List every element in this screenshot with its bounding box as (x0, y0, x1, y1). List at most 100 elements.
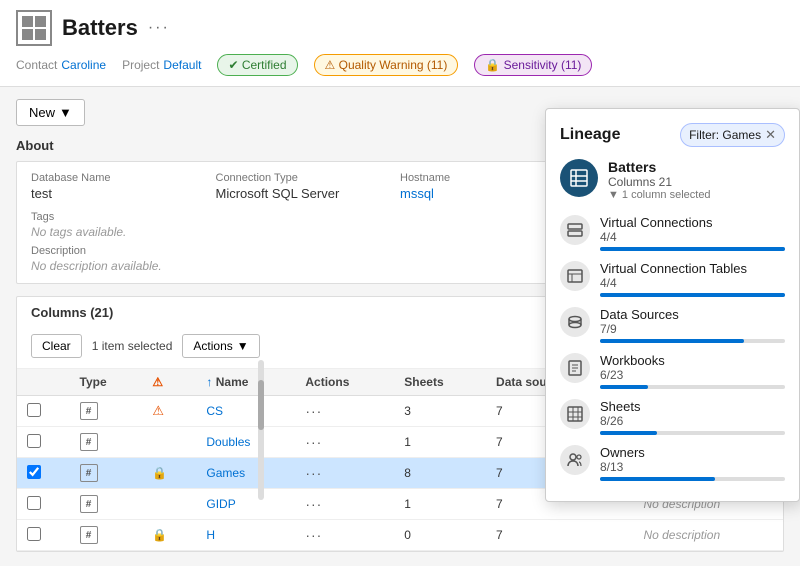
lineage-columns-filter: ▼ 1 column selected (608, 189, 785, 201)
lineage-item: Owners 8/13 (560, 445, 785, 481)
lineage-item: Data Sources 7/9 (560, 307, 785, 343)
lineage-row-name: Workbooks (600, 353, 785, 368)
th-type[interactable]: Type (70, 369, 143, 396)
lineage-panel: Lineage Filter: Games ✕ Batters Columns … (545, 108, 800, 502)
lineage-row-info: Workbooks 6/23 (600, 353, 785, 389)
cell-name[interactable]: Games (196, 458, 295, 489)
contact-value[interactable]: Caroline (61, 58, 106, 72)
lineage-row-icon (560, 353, 590, 383)
chevron-down-icon: ▼ (237, 339, 249, 353)
cell-checkbox[interactable] (17, 458, 70, 489)
lineage-rows: Virtual Connections 4/4 Virtual Connecti… (560, 215, 785, 481)
table-icon (16, 10, 52, 46)
cell-checkbox[interactable] (17, 489, 70, 520)
cell-actions[interactable]: ··· (295, 520, 394, 551)
lock-icon: 🔒 (152, 466, 167, 480)
lineage-item: Sheets 8/26 (560, 399, 785, 435)
cell-name[interactable]: GIDP (196, 489, 295, 520)
row-dots-icon[interactable]: ··· (305, 403, 322, 419)
row-dots-icon[interactable]: ··· (305, 527, 322, 543)
clear-button[interactable]: Clear (31, 334, 82, 358)
lineage-row-name: Sheets (600, 399, 785, 414)
field-connection-type: Connection Type Microsoft SQL Server (216, 172, 401, 201)
row-dots-icon[interactable]: ··· (305, 465, 322, 481)
lineage-columns-count: Columns 21 (608, 175, 785, 189)
lineage-row-info: Data Sources 7/9 (600, 307, 785, 343)
cell-description: No description (633, 520, 783, 551)
lineage-bar-fill (600, 477, 715, 481)
lineage-bar-bg (600, 385, 785, 389)
cell-checkbox[interactable] (17, 520, 70, 551)
page-title: Batters (62, 15, 138, 41)
row-dots-icon[interactable]: ··· (305, 434, 322, 450)
cell-name[interactable]: Doubles (196, 427, 295, 458)
field-database-name: Database Name test (31, 172, 216, 201)
new-button[interactable]: New ▼ (16, 99, 85, 126)
lineage-row-info: Virtual Connections 4/4 (600, 215, 785, 251)
lineage-bar-fill (600, 293, 785, 297)
th-name[interactable]: ↑ Name (196, 369, 295, 396)
cell-warning (142, 427, 196, 458)
lineage-bar-bg (600, 477, 785, 481)
lineage-row-info: Virtual Connection Tables 4/4 (600, 261, 785, 297)
cell-checkbox[interactable] (17, 427, 70, 458)
lineage-row-name: Owners (600, 445, 785, 460)
lineage-table-icon (560, 159, 598, 197)
quality-warning-badge[interactable]: ⚠ Quality Warning (11) (314, 54, 459, 76)
th-sheets[interactable]: Sheets (394, 369, 486, 396)
cell-name[interactable]: CS (196, 396, 295, 427)
cell-type: # (70, 458, 143, 489)
row-dots-icon[interactable]: ··· (305, 496, 322, 512)
filter-label: Filter: Games (689, 128, 761, 142)
cell-checkbox[interactable] (17, 396, 70, 427)
lineage-bar-fill (600, 385, 648, 389)
cell-type: # (70, 520, 143, 551)
type-icon: # (80, 402, 98, 420)
lineage-item: Virtual Connection Tables 4/4 (560, 261, 785, 297)
cell-actions[interactable]: ··· (295, 396, 394, 427)
scroll-bar[interactable] (258, 360, 264, 500)
cell-type: # (70, 427, 143, 458)
th-warning: ⚠ (142, 369, 196, 396)
cell-actions[interactable]: ··· (295, 458, 394, 489)
selected-count: 1 item selected (92, 339, 173, 353)
cell-warning: 🔒 (142, 520, 196, 551)
lineage-batters-info: Batters Columns 21 ▼ 1 column selected (608, 159, 785, 201)
lineage-bar-bg (600, 293, 785, 297)
lineage-row-info: Owners 8/13 (600, 445, 785, 481)
lineage-bar-bg (600, 339, 785, 343)
cell-actions[interactable]: ··· (295, 489, 394, 520)
lineage-row-count: 4/4 (600, 230, 785, 244)
lineage-row-name: Data Sources (600, 307, 785, 322)
lineage-row-icon (560, 307, 590, 337)
type-icon: # (80, 495, 98, 513)
lineage-item: Virtual Connections 4/4 (560, 215, 785, 251)
lineage-row-icon (560, 261, 590, 291)
lineage-bar-bg (600, 431, 785, 435)
cell-actions[interactable]: ··· (295, 427, 394, 458)
main-content: Batters ··· Contact Caroline Project Def… (0, 0, 800, 566)
lineage-row-icon (560, 445, 590, 475)
lineage-bar-fill (600, 247, 785, 251)
lock-icon: 🔒 (152, 528, 167, 542)
lineage-bar-fill (600, 431, 657, 435)
lineage-bar-bg (600, 247, 785, 251)
type-icon: # (80, 526, 98, 544)
warning-col-icon: ⚠ (152, 375, 163, 389)
cell-sheets: 1 (394, 427, 486, 458)
more-options-icon[interactable]: ··· (148, 19, 170, 37)
th-actions[interactable]: Actions (295, 369, 394, 396)
lineage-row-name: Virtual Connection Tables (600, 261, 785, 276)
lineage-row-count: 8/13 (600, 460, 785, 474)
type-icon: # (80, 464, 98, 482)
contact-meta: Contact Caroline (16, 58, 106, 72)
project-value[interactable]: Default (163, 58, 201, 72)
lineage-row-icon (560, 399, 590, 429)
th-checkbox (17, 369, 70, 396)
sensitivity-badge[interactable]: 🔒 Sensitivity (11) (474, 54, 592, 76)
cell-name[interactable]: H (196, 520, 295, 551)
certified-badge[interactable]: ✔ Certified (217, 54, 297, 76)
filter-close-icon[interactable]: ✕ (765, 127, 776, 143)
actions-button[interactable]: Actions ▼ (182, 334, 259, 358)
lineage-row-count: 8/26 (600, 414, 785, 428)
